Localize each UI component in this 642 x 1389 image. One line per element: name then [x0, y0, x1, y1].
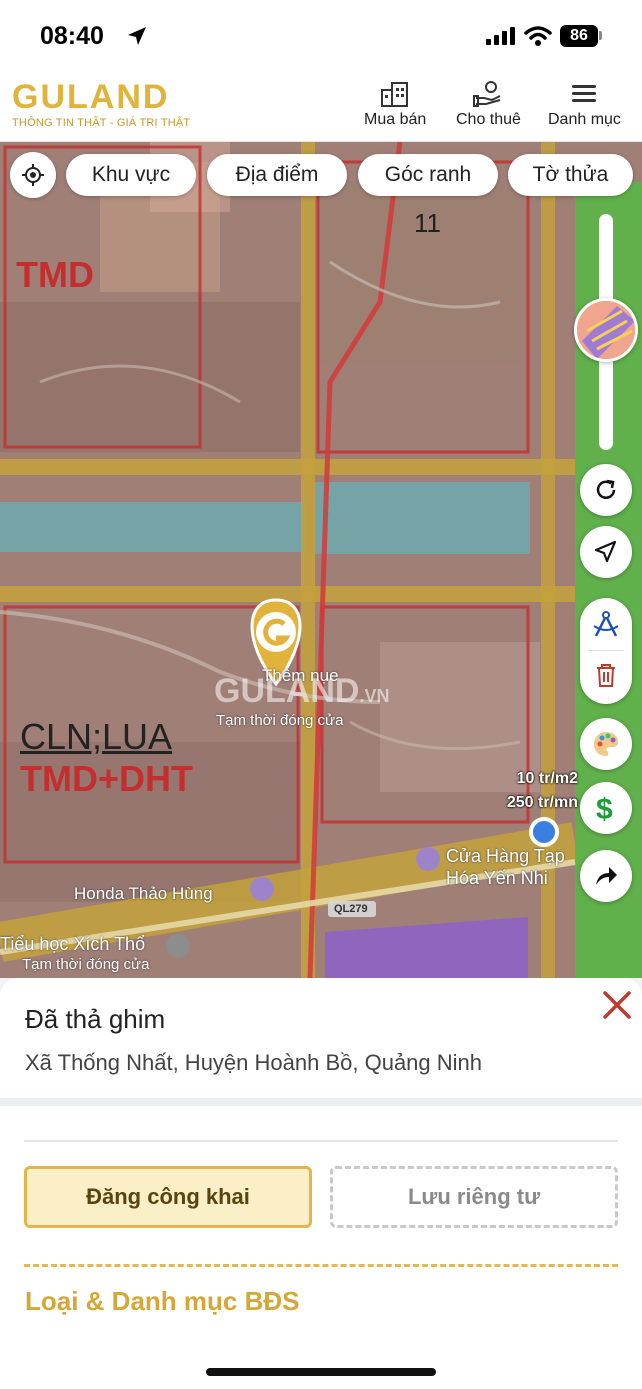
zone-label-11: 11: [414, 208, 441, 238]
building-icon: [381, 82, 409, 107]
guland-logo[interactable]: GULAND THÔNG TIN THẬT - GIÁ TRỊ THẬT: [12, 80, 190, 129]
status-bar: 08:40 86: [0, 0, 642, 70]
logo-tagline: THÔNG TIN THẬT - GIÁ TRỊ THẬT: [12, 117, 191, 129]
zone-label-tmd: TMD: [16, 254, 94, 295]
close-icon[interactable]: [600, 988, 634, 1022]
locate-button[interactable]: [10, 152, 56, 198]
filter-dia-diem[interactable]: Địa điểm: [207, 154, 347, 196]
tool-divider: [588, 650, 624, 651]
logo-text: GULAND: [12, 78, 170, 116]
map-view[interactable]: TMD 11 CLN;LUA TMD+DHT Thêm nụe GULAND.V…: [0, 142, 642, 978]
navigation-arrow-icon: [594, 540, 617, 563]
filter-to-thua[interactable]: Tờ thửa: [508, 154, 633, 196]
crosshair-icon: [22, 164, 44, 186]
price-layer-button[interactable]: $: [580, 782, 632, 834]
battery-indicator: 86: [560, 25, 598, 47]
refresh-button[interactable]: [580, 464, 632, 516]
place-honda[interactable]: Honda Thảo Hùng: [74, 884, 213, 904]
share-button[interactable]: [580, 850, 632, 902]
nav-danh-muc-label: Danh mục: [548, 111, 621, 128]
signal-icon: [486, 27, 515, 45]
share-arrow-icon: [596, 867, 617, 885]
location-arrow-icon: [128, 27, 146, 45]
place-shop-line2[interactable]: Hóa Yến Nhi: [446, 868, 548, 889]
save-private-button[interactable]: Lưu riêng tư: [330, 1166, 618, 1228]
divider-line: [24, 1140, 618, 1142]
price-per-front: 250 tr/mn: [506, 794, 578, 811]
nav-danh-muc[interactable]: Danh mục: [548, 80, 621, 129]
sheet-title: Đã thả ghim: [25, 1004, 166, 1034]
battery-tip: [599, 31, 602, 40]
zone-label-cln-lua: CLN;LUA: [20, 716, 173, 757]
place-shop-line1[interactable]: Cửa Hàng Tạp: [446, 846, 565, 867]
price-per-m2: 10 tr/m2: [516, 770, 578, 787]
color-palette-button[interactable]: [580, 718, 632, 770]
map-layer-icon: [577, 301, 635, 359]
zone-label-tmd-dht: TMD+DHT: [20, 758, 193, 799]
place-temp-closed-1: Tạm thời đóng cửa: [216, 712, 344, 729]
watermark-suffix: .VN: [359, 686, 390, 706]
refresh-icon: [596, 479, 616, 499]
property-category-title[interactable]: Loại & Danh mục BĐS: [25, 1286, 299, 1317]
layer-thumbnail-handle[interactable]: [574, 298, 638, 362]
hand-person-icon: [473, 81, 501, 107]
compass-draw-icon[interactable]: [592, 610, 620, 638]
measure-tool-group: [580, 598, 632, 704]
watermark-guland: GULAND.VN: [214, 672, 389, 711]
nav-cho-thue-label: Cho thuê: [456, 111, 521, 128]
filter-khu-vuc[interactable]: Khu vực: [66, 154, 196, 196]
road-badge-ql279: QL279: [334, 903, 368, 915]
sheet-separator: [0, 1098, 642, 1106]
place-school[interactable]: Tiểu học Xích Thổ: [0, 934, 145, 955]
trash-icon[interactable]: [594, 662, 618, 688]
dollar-icon: $: [596, 793, 613, 823]
status-time: 08:40: [40, 22, 104, 50]
nav-cho-thue[interactable]: Cho thuê: [456, 80, 521, 129]
filter-goc-ranh[interactable]: Góc ranh: [358, 154, 498, 196]
palette-icon: [594, 732, 618, 756]
home-indicator[interactable]: [206, 1368, 436, 1376]
place-temp-closed-2: Tạm thời đóng cửa: [22, 956, 150, 973]
publish-public-button[interactable]: Đăng công khai: [24, 1166, 312, 1228]
sheet-address: Xã Thống Nhất, Huyện Hoành Bồ, Quảng Nin…: [25, 1050, 483, 1075]
pin-bottom-sheet: Đã thả ghim Xã Thống Nhất, Huyện Hoành B…: [0, 978, 642, 1389]
wifi-icon: [524, 26, 552, 46]
app-header: GULAND THÔNG TIN THẬT - GIÁ TRỊ THẬT Mua…: [0, 70, 642, 142]
nav-mua-ban[interactable]: Mua bán: [364, 80, 426, 129]
watermark-text: GULAND: [214, 672, 360, 710]
nav-mua-ban-label: Mua bán: [364, 111, 427, 128]
navigate-button[interactable]: [580, 526, 632, 578]
svg-text:$: $: [596, 793, 613, 823]
menu-icon: [572, 85, 597, 102]
dashed-divider: [24, 1264, 618, 1267]
